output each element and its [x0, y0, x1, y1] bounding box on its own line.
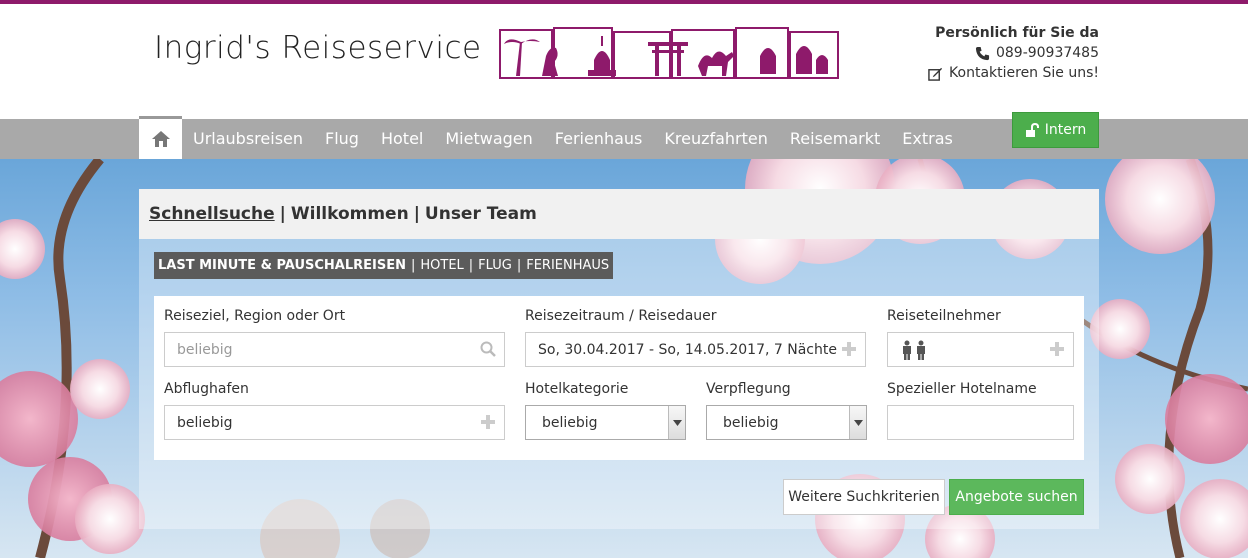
nav-item-flug[interactable]: Flug [314, 119, 370, 159]
plus-icon [1050, 342, 1064, 356]
hotel-name-label: Spezieller Hotelname [887, 381, 1037, 397]
select-arrow [849, 406, 866, 439]
subtab-ferienhaus[interactable]: FERIENHAUS [526, 258, 609, 273]
phone-line[interactable]: 089-90937485 [928, 45, 1099, 61]
unlock-icon [1025, 123, 1039, 137]
tab-unser-team[interactable]: Unser Team [425, 204, 537, 224]
contact-box: Persönlich für Sie da 089-90937485 Konta… [928, 25, 1099, 81]
search-offers-button[interactable]: Angebote suchen [949, 479, 1084, 515]
brand-logo-text[interactable]: Ingrid's Reiseservice [154, 30, 482, 66]
board-select[interactable]: beliebig [706, 405, 867, 440]
panel-tabs: Schnellsuche | Willkommen | Unser Team [139, 189, 1099, 239]
period-picker[interactable]: So, 30.04.2017 - So, 14.05.2017, 7 Nächt… [525, 332, 866, 367]
travel-banner-image [498, 26, 840, 82]
home-icon [151, 131, 170, 147]
period-label: Reisezeitraum / Reisedauer [525, 308, 717, 324]
board-value: beliebig [723, 414, 779, 431]
destination-input[interactable]: beliebig [164, 332, 505, 367]
hotel-name-input[interactable] [887, 405, 1074, 440]
contact-link-line[interactable]: Kontaktieren Sie uns! [928, 65, 1099, 81]
more-criteria-button[interactable]: Weitere Suchkriterien [783, 479, 945, 515]
travellers-picker[interactable] [887, 332, 1074, 367]
hotel-category-value: beliebig [542, 414, 598, 431]
chevron-down-icon [853, 419, 863, 426]
tab-separator: | [413, 204, 420, 224]
subtab-separator: | [468, 258, 474, 273]
intern-label: Intern [1044, 122, 1087, 138]
subtab-separator: | [410, 258, 416, 273]
airport-label: Abflughafen [164, 381, 249, 397]
subtab-pauschalreisen[interactable]: LAST MINUTE & PAUSCHALREISEN [158, 258, 406, 273]
search-type-tabs: LAST MINUTE & PAUSCHALREISEN | HOTEL | F… [154, 252, 614, 279]
contact-link[interactable]: Kontaktieren Sie uns! [949, 65, 1099, 81]
edit-icon [928, 67, 943, 81]
phone-icon [975, 46, 990, 60]
search-icon [480, 341, 496, 357]
nav-item-mietwagen[interactable]: Mietwagen [434, 119, 543, 159]
tab-separator: | [279, 204, 286, 224]
airport-picker[interactable]: beliebig [164, 405, 505, 440]
subtab-separator: | [516, 258, 522, 273]
nav-item-urlaubsreisen[interactable]: Urlaubsreisen [182, 119, 314, 159]
hotel-category-label: Hotelkategorie [525, 381, 629, 397]
chevron-down-icon [672, 419, 682, 426]
airport-value: beliebig [177, 414, 233, 431]
tab-willkommen[interactable]: Willkommen [291, 204, 409, 224]
subtab-flug[interactable]: FLUG [478, 258, 512, 273]
phone-number[interactable]: 089-90937485 [996, 45, 1099, 61]
nav-item-extras[interactable]: Extras [891, 119, 964, 159]
persons-icon [903, 340, 925, 360]
plus-icon [481, 415, 495, 429]
contact-title: Persönlich für Sie da [935, 25, 1099, 41]
nav-item-kreuzfahrten[interactable]: Kreuzfahrten [653, 119, 779, 159]
top-accent-stripe [0, 0, 1248, 4]
nav-item-hotel[interactable]: Hotel [370, 119, 434, 159]
board-label: Verpflegung [706, 381, 791, 397]
plus-icon [842, 342, 856, 356]
period-value: So, 30.04.2017 - So, 14.05.2017, 7 Nächt… [538, 341, 837, 358]
travellers-label: Reiseteilnehmer [887, 308, 1001, 324]
nav-item-reisemarkt[interactable]: Reisemarkt [779, 119, 891, 159]
subtab-hotel[interactable]: HOTEL [420, 258, 463, 273]
nav-home[interactable] [139, 116, 182, 159]
search-form: Reiseziel, Region oder Ort Reisezeitraum… [154, 296, 1084, 460]
intern-button[interactable]: Intern [1012, 112, 1099, 148]
select-arrow [668, 406, 685, 439]
hotel-category-select[interactable]: beliebig [525, 405, 686, 440]
destination-label: Reiseziel, Region oder Ort [164, 308, 346, 324]
destination-placeholder: beliebig [177, 341, 233, 358]
nav-item-ferienhaus[interactable]: Ferienhaus [544, 119, 654, 159]
nav-items: Urlaubsreisen Flug Hotel Mietwagen Ferie… [139, 116, 964, 159]
tab-schnellsuche[interactable]: Schnellsuche [149, 204, 275, 224]
